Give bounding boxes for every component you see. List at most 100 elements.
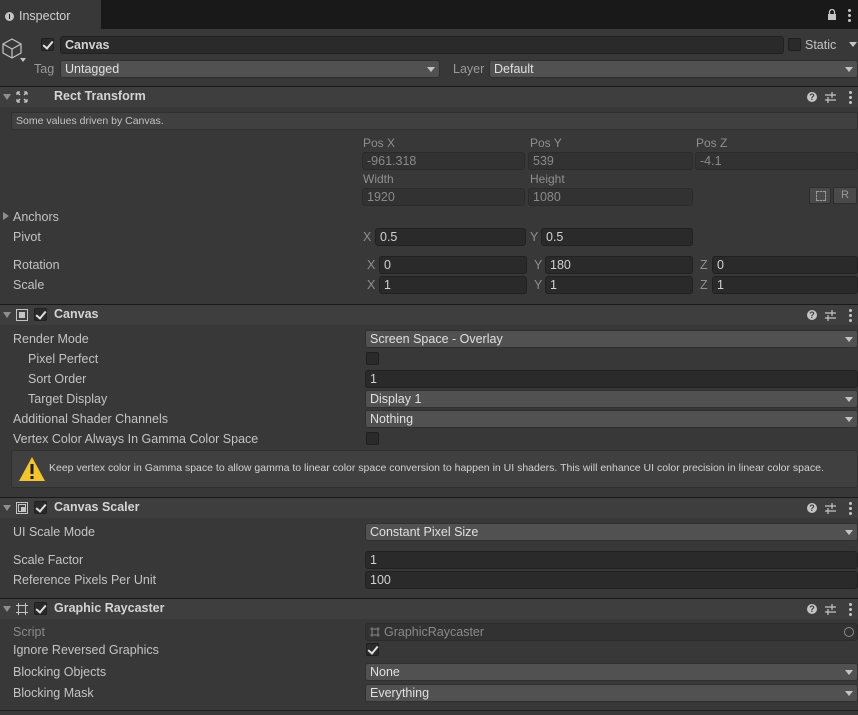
target-display-dropdown[interactable]: Display 1 bbox=[365, 390, 858, 408]
chevron-down-icon bbox=[427, 67, 435, 72]
canvas-icon bbox=[16, 309, 28, 321]
ref-pixels-label: Reference Pixels Per Unit bbox=[13, 573, 157, 587]
foldout-arrow-icon[interactable] bbox=[3, 94, 11, 100]
pos-y-label: Pos Y bbox=[530, 136, 562, 150]
width-label: Width bbox=[363, 172, 394, 186]
scale-factor-field[interactable]: 1 bbox=[365, 551, 858, 569]
component-menu-icon[interactable] bbox=[849, 91, 852, 106]
target-display-value: Display 1 bbox=[370, 392, 422, 406]
raw-edit-button[interactable]: R bbox=[833, 187, 857, 204]
height-field[interactable]: 1080 bbox=[528, 188, 693, 206]
rotation-z-field[interactable]: 0 bbox=[712, 256, 858, 274]
presets-icon[interactable] bbox=[825, 92, 836, 103]
script-field[interactable]: GraphicRaycaster bbox=[365, 623, 858, 641]
canvas-scaler-enabled-checkbox[interactable] bbox=[34, 501, 47, 514]
tab-menu-icon[interactable] bbox=[848, 9, 851, 24]
scale-z-field[interactable]: 1 bbox=[712, 276, 858, 294]
warning-icon bbox=[19, 457, 45, 481]
pos-z-field[interactable]: -4.1 bbox=[695, 152, 858, 170]
blocking-objects-label: Blocking Objects bbox=[13, 665, 107, 679]
ui-scale-mode-label: UI Scale Mode bbox=[13, 525, 95, 539]
script-label: Script bbox=[13, 625, 45, 639]
canvas-scaler-header[interactable]: Canvas Scaler ? bbox=[0, 497, 858, 518]
pos-x-field[interactable]: -961.318 bbox=[362, 152, 525, 170]
graphic-raycaster-header[interactable]: Graphic Raycaster ? bbox=[0, 598, 858, 619]
static-checkbox[interactable] bbox=[788, 38, 801, 51]
tab-bar: Inspector bbox=[0, 0, 858, 30]
blocking-mask-dropdown[interactable]: Everything bbox=[365, 684, 858, 702]
pivot-x-field[interactable]: 0.5 bbox=[375, 228, 526, 246]
foldout-arrow-icon[interactable] bbox=[3, 505, 11, 511]
vertex-color-label: Vertex Color Always In Gamma Color Space bbox=[13, 432, 259, 446]
help-icon[interactable]: ? bbox=[807, 503, 817, 513]
raycaster-icon bbox=[16, 603, 28, 615]
component-title: Canvas bbox=[54, 307, 99, 321]
ref-pixels-field[interactable]: 100 bbox=[365, 571, 858, 589]
canvas-scaler-icon bbox=[16, 502, 28, 514]
canvas-enabled-checkbox[interactable] bbox=[34, 308, 47, 321]
presets-icon[interactable] bbox=[825, 604, 836, 615]
rotation-label: Rotation bbox=[13, 258, 60, 272]
shader-channels-dropdown[interactable]: Nothing bbox=[365, 410, 858, 428]
chevron-down-icon bbox=[845, 337, 853, 342]
foldout-arrow-icon[interactable] bbox=[3, 312, 11, 318]
lock-icon[interactable] bbox=[827, 9, 837, 21]
component-menu-icon[interactable] bbox=[849, 309, 852, 324]
driven-note: Some values driven by Canvas. bbox=[16, 115, 164, 127]
component-menu-icon[interactable] bbox=[849, 502, 852, 517]
scale-label: Scale bbox=[13, 278, 45, 292]
help-icon[interactable]: ? bbox=[807, 92, 817, 102]
static-dropdown-icon[interactable] bbox=[849, 42, 857, 47]
rot-x-axis: X bbox=[367, 258, 376, 272]
component-menu-icon[interactable] bbox=[849, 603, 852, 618]
anchors-foldout-icon[interactable] bbox=[3, 212, 9, 220]
tab-inspector[interactable]: Inspector bbox=[0, 0, 101, 30]
driven-note-box: Some values driven by Canvas. bbox=[11, 112, 858, 130]
rot-y-axis: Y bbox=[534, 258, 543, 272]
canvas-header[interactable]: Canvas ? bbox=[0, 304, 858, 325]
layer-value: Default bbox=[494, 62, 534, 76]
chevron-down-icon bbox=[845, 670, 853, 675]
scale-factor-label: Scale Factor bbox=[13, 553, 84, 567]
anchors-label[interactable]: Anchors bbox=[13, 210, 59, 224]
rect-transform-header[interactable]: Rect Transform ? bbox=[0, 86, 858, 107]
pos-y-field[interactable]: 539 bbox=[528, 152, 693, 170]
vertex-color-checkbox[interactable] bbox=[366, 432, 379, 445]
pivot-y-field[interactable]: 0.5 bbox=[541, 228, 693, 246]
tag-dropdown[interactable]: Untagged bbox=[60, 60, 440, 78]
chevron-down-icon bbox=[845, 397, 853, 402]
help-icon[interactable]: ? bbox=[807, 310, 817, 320]
ignore-reversed-checkbox[interactable] bbox=[366, 643, 379, 656]
component-title: Graphic Raycaster bbox=[54, 601, 165, 615]
rotation-x-field[interactable]: 0 bbox=[379, 256, 527, 274]
icon-dropdown-arrow-icon[interactable] bbox=[20, 58, 26, 62]
divider bbox=[0, 710, 858, 711]
width-field[interactable]: 1920 bbox=[362, 188, 525, 206]
render-mode-dropdown[interactable]: Screen Space - Overlay bbox=[365, 330, 858, 348]
blocking-objects-dropdown[interactable]: None bbox=[365, 663, 858, 681]
presets-icon[interactable] bbox=[825, 310, 836, 321]
layer-dropdown[interactable]: Default bbox=[489, 60, 858, 78]
object-name-field[interactable]: Canvas bbox=[60, 36, 784, 54]
shader-channels-value: Nothing bbox=[370, 412, 414, 426]
ui-scale-mode-dropdown[interactable]: Constant Pixel Size bbox=[365, 523, 858, 541]
presets-icon[interactable] bbox=[825, 503, 836, 514]
render-mode-label: Render Mode bbox=[13, 332, 89, 346]
ui-scale-mode-value: Constant Pixel Size bbox=[370, 525, 479, 539]
raycaster-enabled-checkbox[interactable] bbox=[34, 602, 47, 615]
pivot-y-axis: Y bbox=[530, 230, 539, 244]
scale-z-axis: Z bbox=[700, 278, 708, 292]
pixel-perfect-checkbox[interactable] bbox=[366, 352, 379, 365]
blocking-mask-label: Blocking Mask bbox=[13, 686, 94, 700]
foldout-arrow-icon[interactable] bbox=[3, 606, 11, 612]
chevron-down-icon bbox=[845, 691, 853, 696]
object-picker-icon[interactable] bbox=[844, 627, 854, 637]
scale-x-field[interactable]: 1 bbox=[379, 276, 527, 294]
help-icon[interactable]: ? bbox=[807, 604, 817, 614]
height-label: Height bbox=[530, 172, 565, 186]
blueprint-mode-button[interactable] bbox=[809, 187, 831, 204]
active-checkbox[interactable] bbox=[41, 38, 54, 51]
rotation-y-field[interactable]: 180 bbox=[545, 256, 693, 274]
scale-y-field[interactable]: 1 bbox=[545, 276, 693, 294]
sort-order-field[interactable]: 1 bbox=[365, 370, 858, 388]
